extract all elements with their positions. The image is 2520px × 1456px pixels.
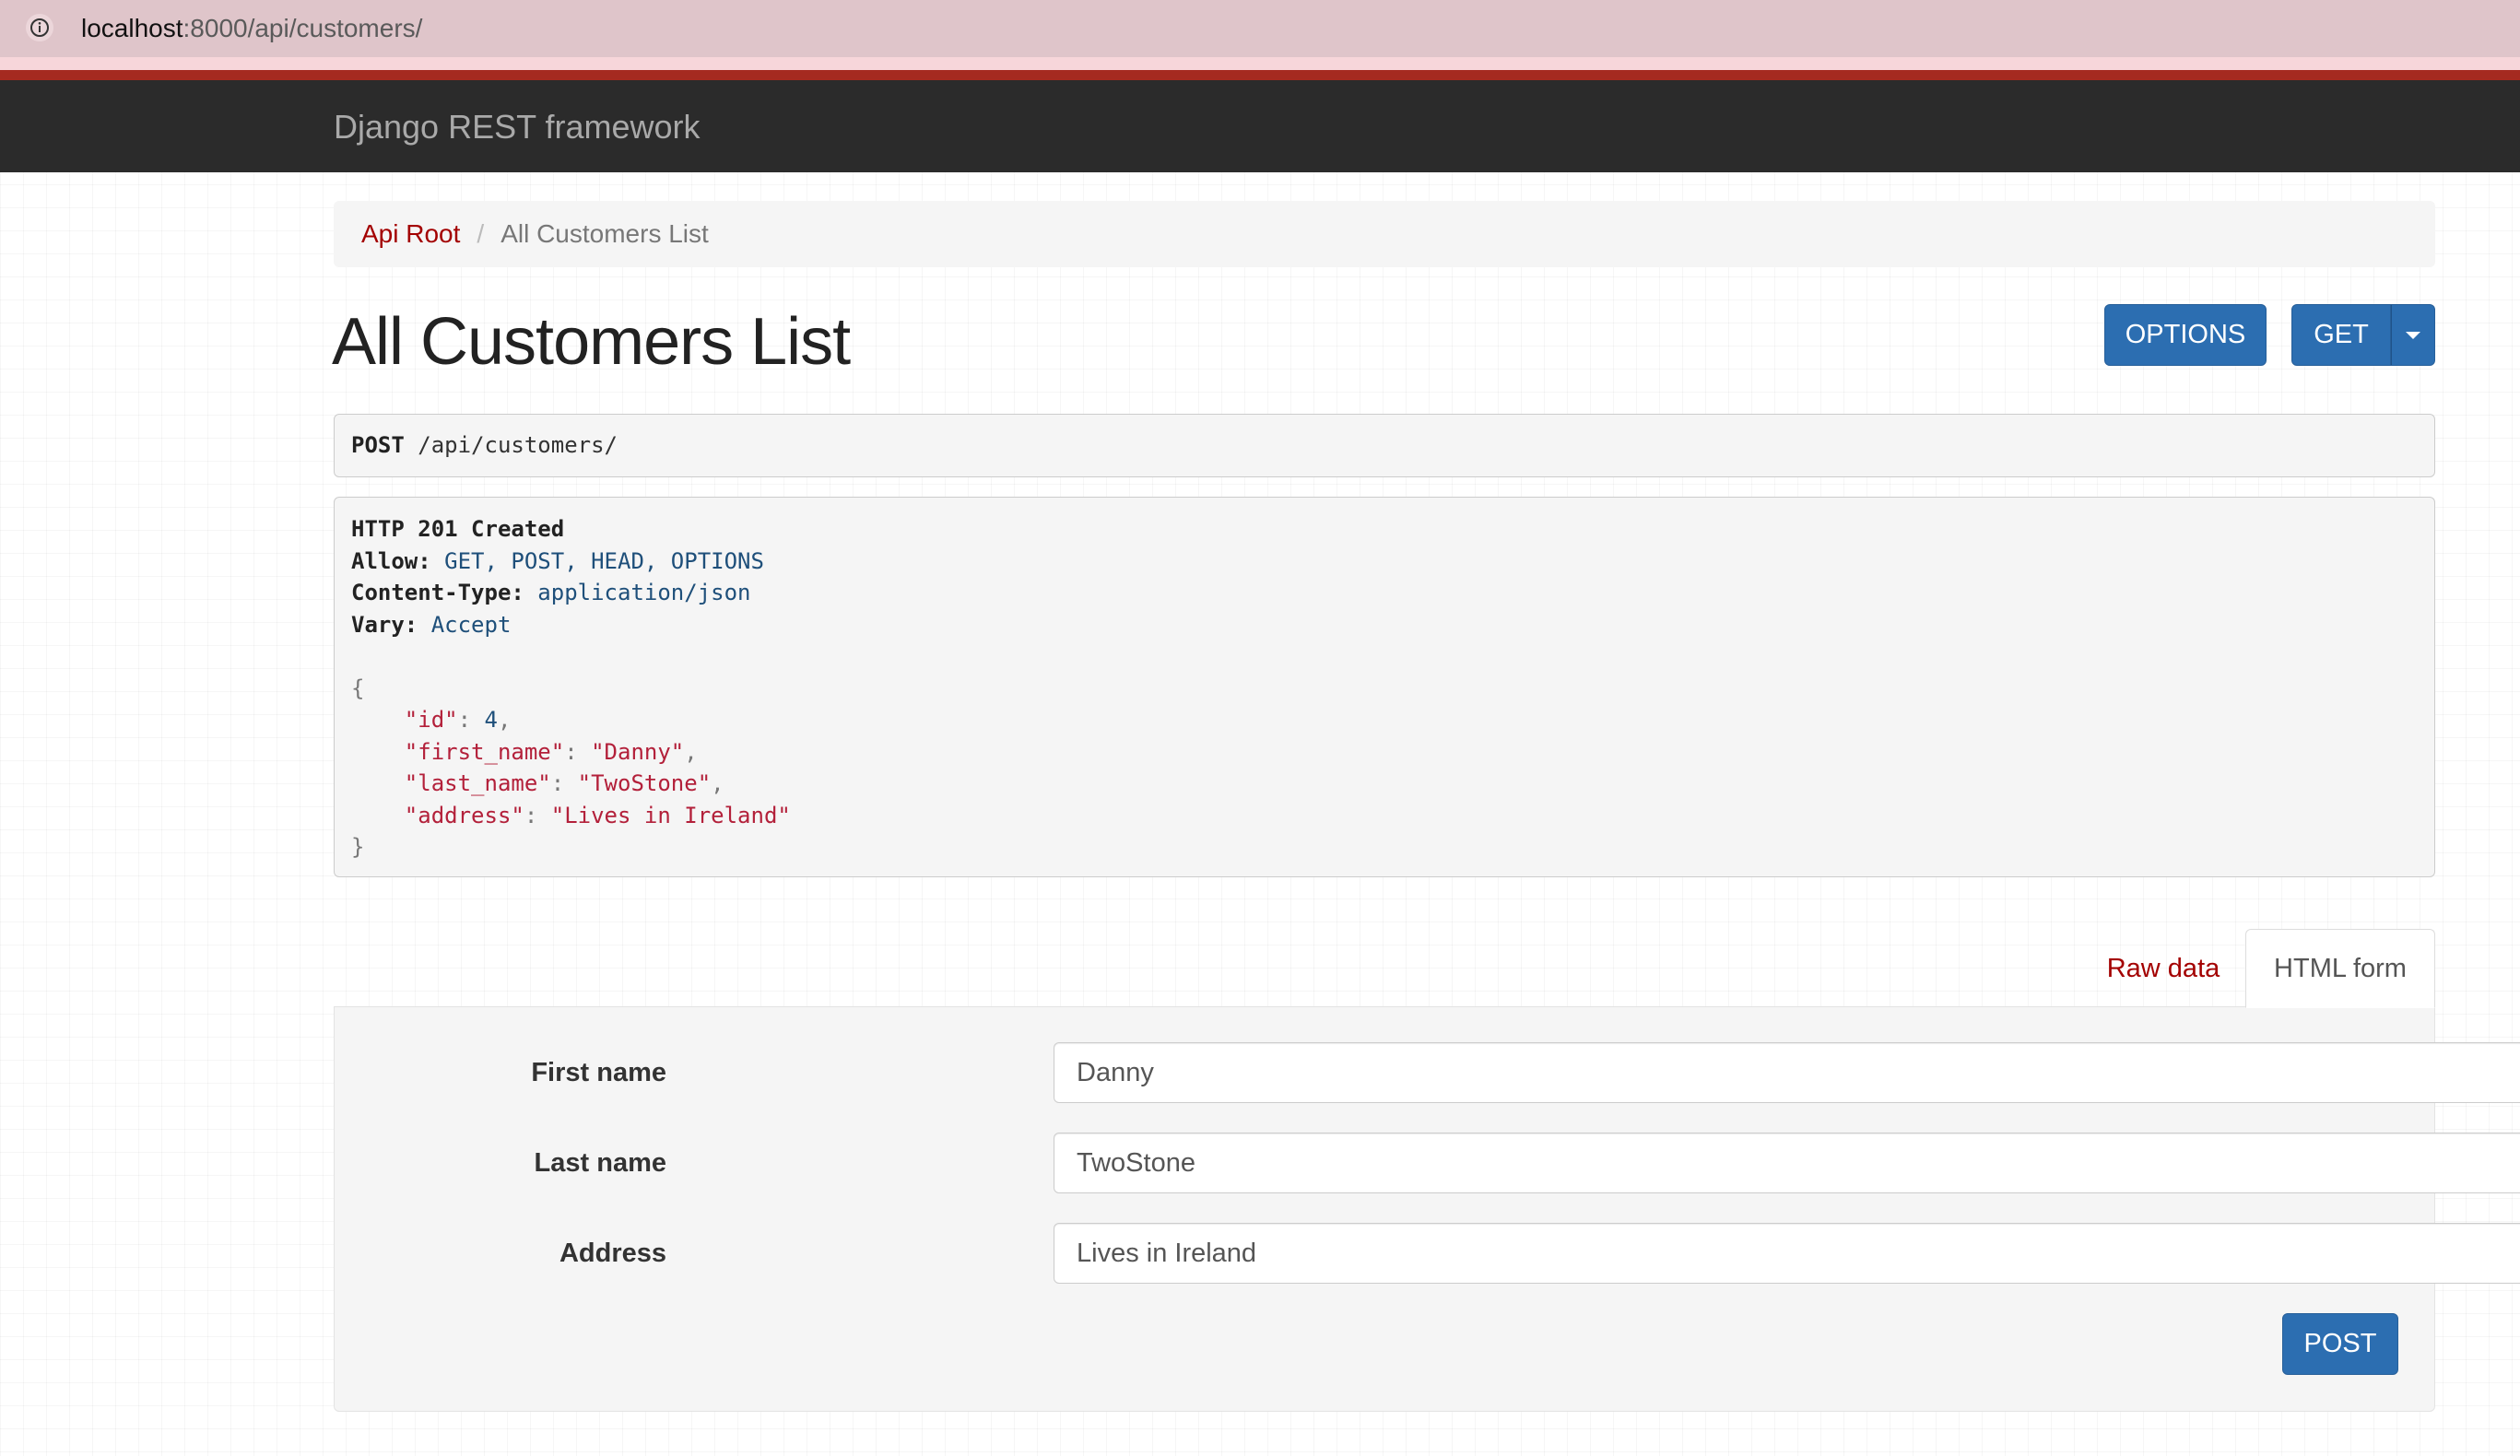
response-header-row: Allow: GET, POST, HEAD, OPTIONS <box>351 546 2418 578</box>
json-key: "first_name" <box>404 738 565 765</box>
post-form: First name Last name Address <box>334 1006 2520 1412</box>
json-field: "last_name": "TwoStone", <box>404 770 724 796</box>
address-input[interactable] <box>1054 1223 2520 1284</box>
address-label: Address <box>559 1239 666 1268</box>
get-button[interactable]: GET <box>2291 304 2391 366</box>
header-name: Allow: <box>351 547 431 574</box>
json-value: "Danny" <box>591 738 685 765</box>
navbar-accent-bar <box>0 70 2520 80</box>
request-path: /api/customers/ <box>404 432 618 458</box>
page-title: All Customers List <box>332 305 851 379</box>
site-info-icon[interactable] <box>26 14 53 41</box>
get-format-dropdown-button[interactable] <box>2391 304 2435 366</box>
json-field: "id": 4, <box>404 707 512 733</box>
last-name-label: Last name <box>534 1148 666 1178</box>
header-name: Vary: <box>351 611 418 638</box>
header-value: application/json <box>524 580 751 605</box>
header-value: Accept <box>418 611 512 638</box>
post-button[interactable]: POST <box>2282 1313 2398 1375</box>
last-name-input[interactable] <box>1054 1133 2520 1193</box>
navbar: Django REST framework <box>0 80 2520 172</box>
json-key: "last_name" <box>404 770 551 796</box>
json-close-brace: } <box>351 834 365 860</box>
breadcrumb: Api Root / All Customers List <box>334 201 2435 267</box>
first-name-input[interactable] <box>1054 1042 2520 1103</box>
options-button[interactable]: OPTIONS <box>2104 304 2267 366</box>
response-info: HTTP 201 Created Allow: GET, POST, HEAD,… <box>334 497 2435 877</box>
json-key: "id" <box>404 707 458 733</box>
breadcrumb-api-root[interactable]: Api Root <box>361 219 460 249</box>
first-name-label: First name <box>531 1058 666 1087</box>
response-header-row: Vary: Accept <box>351 609 2418 641</box>
json-key: "address" <box>404 802 524 828</box>
url-host: localhost <box>81 14 183 42</box>
navbar-brand[interactable]: Django REST framework <box>334 109 700 146</box>
header-value: GET, POST, HEAD, OPTIONS <box>430 547 764 574</box>
tab-raw-data[interactable]: Raw data <box>2085 931 2242 1006</box>
json-value: "TwoStone" <box>577 770 712 796</box>
browser-address-bar: localhost:8000/api/customers/ <box>0 0 2520 57</box>
breadcrumb-current: All Customers List <box>500 219 709 248</box>
caret-down-icon <box>2406 331 2420 339</box>
response-status: HTTP 201 Created <box>351 516 565 542</box>
browser-divider <box>0 57 2520 70</box>
json-value: "Lives in Ireland" <box>550 802 791 828</box>
json-field: "first_name": "Danny", <box>404 738 698 765</box>
json-field: "address": "Lives in Ireland" <box>404 802 791 828</box>
url-field[interactable]: localhost:8000/api/customers/ <box>81 13 422 44</box>
response-header-row: Content-Type: application/json <box>351 577 2418 609</box>
json-value: 4 <box>484 707 498 733</box>
header-name: Content-Type: <box>351 580 524 605</box>
request-method: POST <box>351 432 405 458</box>
request-info: POST /api/customers/ <box>334 414 2435 477</box>
url-path: :8000/api/customers/ <box>183 14 423 42</box>
breadcrumb-separator: / <box>477 219 485 248</box>
json-open-brace: { <box>351 675 365 701</box>
tab-html-form[interactable]: HTML form <box>2245 929 2435 1008</box>
